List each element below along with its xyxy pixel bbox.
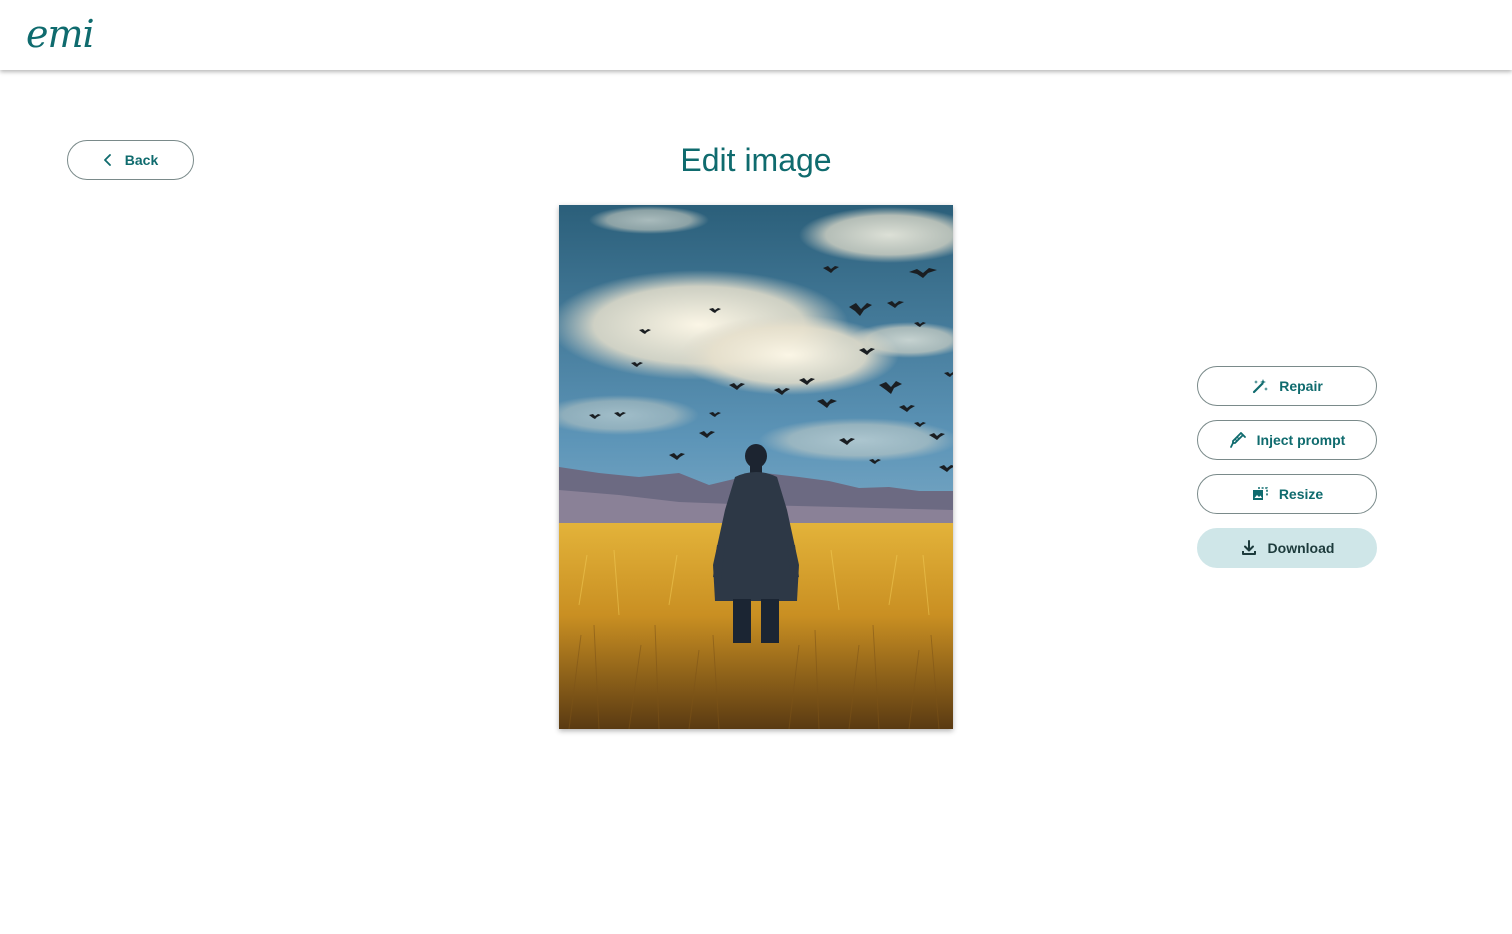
page-title: Edit image [680, 142, 832, 178]
image-preview [559, 205, 953, 729]
download-icon [1241, 540, 1256, 555]
emi-logo[interactable]: emi [26, 12, 95, 56]
inject-prompt-button-label: Inject prompt [1256, 432, 1346, 448]
magic-wand-icon [1253, 379, 1269, 394]
repair-button[interactable]: Repair [1197, 366, 1377, 406]
download-button-label: Download [1267, 540, 1335, 556]
download-button[interactable]: Download [1197, 528, 1377, 568]
inject-prompt-button[interactable]: Inject prompt [1197, 420, 1377, 460]
resize-image-icon [1252, 487, 1268, 500]
resize-button-label: Resize [1278, 486, 1324, 502]
resize-button[interactable]: Resize [1197, 474, 1377, 514]
action-panel: Repair Inject prompt Resize Download [1197, 366, 1377, 582]
edited-image [559, 205, 953, 729]
syringe-icon [1229, 432, 1246, 448]
repair-button-label: Repair [1279, 378, 1323, 394]
top-bar: emi [0, 0, 1512, 70]
